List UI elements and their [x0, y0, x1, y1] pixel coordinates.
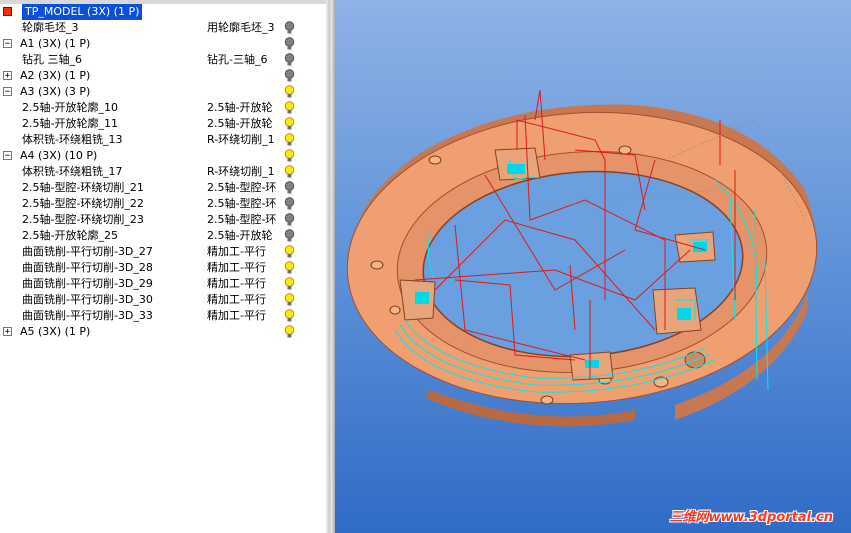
- visibility-bulb-icon[interactable]: [284, 245, 295, 259]
- tree-row-name: 轮廓毛坯_3: [22, 21, 79, 34]
- part-with-toolpaths[interactable]: [335, 0, 851, 533]
- visibility-bulb-icon[interactable]: [284, 117, 295, 131]
- tree-row-name: A3 (3X) (3 P): [20, 85, 91, 98]
- tree-row[interactable]: 钻孔 三轴_6 钻孔-三轴_6: [0, 52, 326, 68]
- tree-row[interactable]: − A4 (3X) (10 P): [0, 148, 326, 164]
- tree-row-description: 2.5轴-型腔-环: [207, 197, 277, 210]
- tree-row[interactable]: 曲面铣削-平行切削-3D_27 精加工-平行: [0, 244, 326, 260]
- collapse-icon[interactable]: −: [3, 87, 12, 97]
- visibility-bulb-icon[interactable]: [284, 149, 295, 163]
- visibility-bulb-icon[interactable]: [284, 181, 295, 195]
- tree-row[interactable]: 曲面铣削-平行切削-3D_30 精加工-平行: [0, 292, 326, 308]
- tree-row-name: 2.5轴-型腔-环绕切削_23: [22, 213, 144, 226]
- tree-row-name: A5 (3X) (1 P): [20, 325, 91, 338]
- tree-row-description: 用轮廓毛坯_3: [207, 21, 275, 34]
- tree-row-name: 2.5轴-型腔-环绕切削_22: [22, 197, 144, 210]
- tree-row[interactable]: − A3 (3X) (3 P): [0, 84, 326, 100]
- tree-row[interactable]: 体积铣-环绕粗铣_13 R-环绕切削_1: [0, 132, 326, 148]
- tree-row[interactable]: 2.5轴-型腔-环绕切削_21 2.5轴-型腔-环: [0, 180, 326, 196]
- visibility-bulb-icon[interactable]: [284, 213, 295, 227]
- visibility-bulb-icon[interactable]: [284, 261, 295, 275]
- tree-row-name: 曲面铣削-平行切削-3D_28: [22, 261, 153, 274]
- visibility-bulb-icon[interactable]: [284, 229, 295, 243]
- tree-row[interactable]: − A1 (3X) (1 P): [0, 36, 326, 52]
- tree-row-description: 精加工-平行: [207, 261, 266, 274]
- tree-row-name: 体积铣-环绕粗铣_17: [22, 165, 123, 178]
- tree-row-description: 2.5轴-开放轮: [207, 229, 273, 242]
- expand-icon[interactable]: +: [3, 327, 12, 337]
- tree-row-name: 体积铣-环绕粗铣_13: [22, 133, 123, 146]
- visibility-bulb-icon[interactable]: [284, 37, 295, 51]
- tree-row[interactable]: + A5 (3X) (1 P): [0, 324, 326, 340]
- tree-row-description: 2.5轴-型腔-环: [207, 213, 277, 226]
- tree-row-name: 2.5轴-开放轮廓_10: [22, 101, 118, 114]
- tree-row-description: 2.5轴-开放轮: [207, 117, 273, 130]
- tree-row-name: 曲面铣削-平行切削-3D_30: [22, 293, 153, 306]
- tree-row-description: 精加工-平行: [207, 277, 266, 290]
- panel-splitter[interactable]: [326, 0, 335, 533]
- collapse-icon[interactable]: −: [3, 151, 12, 161]
- visibility-bulb-icon[interactable]: [284, 85, 295, 99]
- visibility-bulb-icon[interactable]: [284, 197, 295, 211]
- visibility-bulb-icon[interactable]: [284, 133, 295, 147]
- visibility-bulb-icon[interactable]: [284, 293, 295, 307]
- tree-row-name: A2 (3X) (1 P): [20, 69, 91, 82]
- tree-row-name: 曲面铣削-平行切削-3D_33: [22, 309, 153, 322]
- tree-row[interactable]: 2.5轴-型腔-环绕切削_23 2.5轴-型腔-环: [0, 212, 326, 228]
- visibility-bulb-icon[interactable]: [284, 325, 295, 339]
- tree-row[interactable]: 2.5轴-开放轮廓_25 2.5轴-开放轮: [0, 228, 326, 244]
- visibility-bulb-icon[interactable]: [284, 165, 295, 179]
- tree-row-description: 2.5轴-开放轮: [207, 101, 273, 114]
- tree-row[interactable]: 曲面铣削-平行切削-3D_28 精加工-平行: [0, 260, 326, 276]
- tree-row-name: 2.5轴-开放轮廓_11: [22, 117, 118, 130]
- tree-row[interactable]: 曲面铣削-平行切削-3D_33 精加工-平行: [0, 308, 326, 324]
- visibility-bulb-icon[interactable]: [284, 309, 295, 323]
- tree-row[interactable]: 曲面铣削-平行切削-3D_29 精加工-平行: [0, 276, 326, 292]
- tree-row[interactable]: 2.5轴-开放轮廓_11 2.5轴-开放轮: [0, 116, 326, 132]
- 3d-viewport[interactable]: 三维网www.3dportal.cn: [335, 0, 851, 533]
- program-icon[interactable]: [3, 7, 12, 16]
- tree-row-name: A4 (3X) (10 P): [20, 149, 98, 162]
- visibility-bulb-icon[interactable]: [284, 277, 295, 291]
- visibility-bulb-icon[interactable]: [284, 101, 295, 115]
- tree-row-description: R-环绕切削_1: [207, 133, 275, 146]
- tree-row-name: A1 (3X) (1 P): [20, 37, 91, 50]
- tree-row-name: 曲面铣削-平行切削-3D_27: [22, 245, 153, 258]
- operation-tree-panel: TP_MODEL (3X) (1 P) 轮廓毛坯_3 用轮廓毛坯_3− A1 (3X)…: [0, 0, 326, 533]
- tree-row-name: 钻孔 三轴_6: [22, 53, 82, 66]
- tree-row-name: TP_MODEL (3X) (1 P): [22, 4, 143, 20]
- tree-row-description: 精加工-平行: [207, 309, 266, 322]
- tree-row[interactable]: 2.5轴-开放轮廓_10 2.5轴-开放轮: [0, 100, 326, 116]
- tree-row-description: 精加工-平行: [207, 293, 266, 306]
- tree-row[interactable]: 轮廓毛坯_3 用轮廓毛坯_3: [0, 20, 326, 36]
- tree-row-description: 钻孔-三轴_6: [207, 53, 268, 66]
- visibility-bulb-icon[interactable]: [284, 21, 295, 35]
- tree-row-description: 2.5轴-型腔-环: [207, 181, 277, 194]
- watermark-text: 三维网www.3dportal.cn: [669, 510, 833, 525]
- tree-row-name: 2.5轴-型腔-环绕切削_21: [22, 181, 144, 194]
- tree-row[interactable]: TP_MODEL (3X) (1 P): [0, 4, 326, 20]
- tree-row-description: R-环绕切削_1: [207, 165, 275, 178]
- tree-row-description: 精加工-平行: [207, 245, 266, 258]
- tree-row[interactable]: + A2 (3X) (1 P): [0, 68, 326, 84]
- visibility-bulb-icon[interactable]: [284, 53, 295, 67]
- tree-row[interactable]: 体积铣-环绕粗铣_17 R-环绕切削_1: [0, 164, 326, 180]
- expand-icon[interactable]: +: [3, 71, 12, 81]
- collapse-icon[interactable]: −: [3, 39, 12, 49]
- tree-row[interactable]: 2.5轴-型腔-环绕切削_22 2.5轴-型腔-环: [0, 196, 326, 212]
- visibility-bulb-icon[interactable]: [284, 69, 295, 83]
- tree-row-name: 2.5轴-开放轮廓_25: [22, 229, 118, 242]
- tree-row-name: 曲面铣削-平行切削-3D_29: [22, 277, 153, 290]
